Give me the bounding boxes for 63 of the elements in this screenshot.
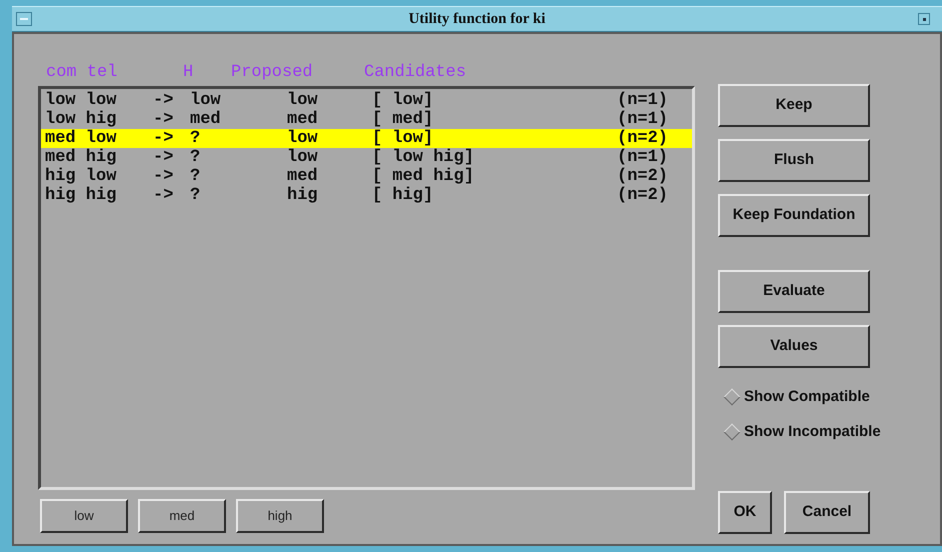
list-row[interactable]: hig hig -> ? hig [ hig] (n=2) [41,186,692,205]
column-header: Candidates [364,62,466,84]
inputs-cell-text: low low [45,91,118,110]
action-button[interactable]: Keep Foundation [718,194,870,237]
result-cell-text: ? [190,129,202,148]
minimize-icon[interactable] [918,13,930,25]
value-button[interactable]: low [40,499,128,533]
proposed-cell-text: med [287,110,319,129]
proposed-cell-text: low [287,129,319,148]
action-button[interactable]: Keep [718,84,870,127]
option-label: Show Incompatible [744,422,881,442]
option-label: Show Compatible [744,387,870,407]
inputs-cell-text: hig low [45,167,118,186]
arrow-cell-text: -> [153,186,174,205]
candidates-cell-text: [ hig] [372,186,434,205]
window-title: Utility function for ki [408,10,546,29]
arrow-cell-text: -> [153,91,174,110]
list-row[interactable]: med hig -> ? low [ low hig] (n=1) [41,148,692,167]
value-button[interactable]: med [138,499,226,533]
radio-toggle[interactable] [724,388,740,406]
inputs-cell-text: med hig [45,148,118,167]
action-button[interactable]: Values [718,325,870,368]
count-cell-text: (n=2) [617,167,670,186]
dialog-button[interactable]: Cancel [784,491,870,534]
action-button[interactable]: Flush [718,139,870,182]
count-cell-text: (n=1) [617,110,670,129]
candidates-cell-text: [ med hig] [372,167,476,186]
result-cell-text: ? [190,148,202,167]
count-cell-text: (n=1) [617,91,670,110]
result-cell-text: low [190,91,222,110]
value-button[interactable]: high [236,499,324,533]
count-cell-text: (n=1) [617,148,670,167]
list-row[interactable]: med low -> ? low [ low] (n=2) [41,129,692,148]
column-header: com tel [45,62,118,84]
candidates-cell-text: [ low hig] [372,148,476,167]
arrow-cell-text: -> [153,148,174,167]
result-cell-text: med [190,110,222,129]
window-menu-icon[interactable] [16,12,32,26]
list-row[interactable]: low hig -> med med [ med] (n=1) [41,110,692,129]
column-header: H [183,62,194,84]
inputs-cell-text: low hig [45,110,118,129]
arrow-cell-text: -> [153,110,174,129]
proposed-cell-text: med [287,167,319,186]
count-cell-text: (n=2) [617,186,670,205]
inputs-cell-text: med low [45,129,118,148]
proposed-cell-text: low [287,148,319,167]
arrow-cell-text: -> [153,167,174,186]
count-cell-text: (n=2) [617,129,670,148]
list-row[interactable]: low low -> low low [ low] (n=1) [41,91,692,110]
inputs-cell-text: hig hig [45,186,118,205]
result-cell-text: ? [190,167,202,186]
candidates-cell-text: [ med] [372,110,434,129]
proposed-cell-text: low [287,91,319,110]
arrow-cell-text: -> [153,129,174,148]
result-cell-text: ? [190,186,202,205]
proposed-cell-text: hig [287,186,319,205]
radio-toggle[interactable] [724,423,740,440]
list-row[interactable]: hig low -> ? med [ med hig] (n=2) [41,167,692,186]
candidates-cell-text: [ low] [372,91,434,110]
column-header: Proposed [231,62,314,84]
action-button[interactable]: Evaluate [718,270,870,313]
dialog-button[interactable]: OK [718,491,772,534]
candidates-cell-text: [ low] [372,129,434,148]
